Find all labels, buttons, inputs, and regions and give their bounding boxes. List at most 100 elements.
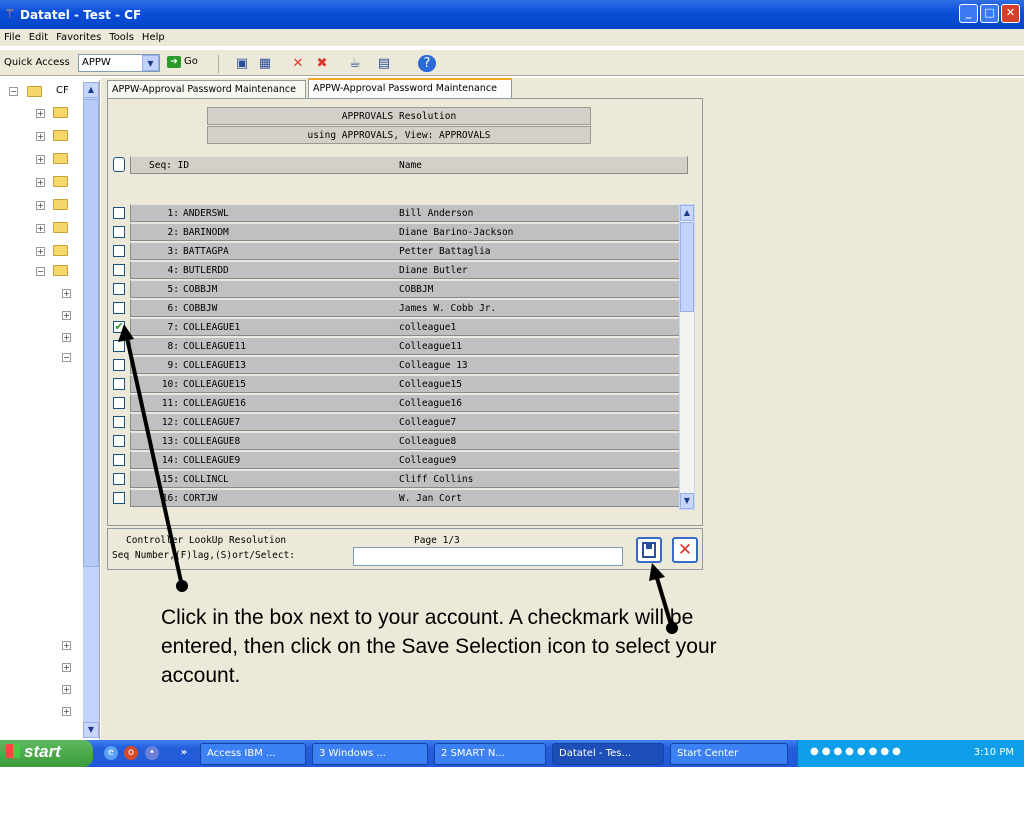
tree-expand-icon[interactable]: + bbox=[62, 685, 71, 694]
tree-collapse-icon[interactable]: − bbox=[36, 267, 45, 276]
taskbar-item-access-ibm[interactable]: Access IBM ... bbox=[200, 743, 306, 765]
tree-expand-icon[interactable]: + bbox=[62, 311, 71, 320]
quick-access-dropdown-icon[interactable]: ▼ bbox=[142, 55, 159, 71]
row-checkbox[interactable] bbox=[113, 245, 125, 257]
tab-approval-2[interactable]: APPW-Approval Password Maintenance bbox=[308, 78, 512, 98]
row-checkbox[interactable] bbox=[113, 207, 125, 219]
tree-root-label[interactable]: CF bbox=[56, 85, 69, 96]
table-row[interactable]: 14: COLLEAGUE9 Colleague9 bbox=[130, 451, 680, 469]
tree-collapse-icon[interactable]: − bbox=[62, 353, 71, 362]
delete-icon[interactable]: ✕ bbox=[289, 55, 307, 72]
menu-edit[interactable]: Edit bbox=[25, 29, 52, 43]
folder-icon[interactable] bbox=[53, 265, 68, 276]
row-checkbox[interactable] bbox=[113, 340, 125, 352]
folder-icon[interactable] bbox=[53, 130, 68, 141]
menu-help[interactable]: Help bbox=[138, 29, 169, 43]
folder-icon[interactable] bbox=[53, 153, 68, 164]
table-row[interactable]: 3: BATTAGPA Petter Battaglia bbox=[130, 242, 680, 260]
row-checkbox[interactable] bbox=[113, 226, 125, 238]
tree-collapse-icon[interactable]: − bbox=[9, 87, 18, 96]
row-checkbox[interactable] bbox=[113, 264, 125, 276]
tree-expand-icon[interactable]: + bbox=[62, 663, 71, 672]
folder-icon[interactable] bbox=[53, 222, 68, 233]
browser-icon[interactable]: o bbox=[124, 746, 138, 760]
table-row[interactable]: 10: COLLEAGUE15 Colleague15 bbox=[130, 375, 680, 393]
table-row[interactable]: 4: BUTLERDD Diane Butler bbox=[130, 261, 680, 279]
table-row[interactable]: 8: COLLEAGUE11 Colleague11 bbox=[130, 337, 680, 355]
table-row[interactable]: 1: ANDERSWL Bill Anderson bbox=[130, 204, 680, 222]
row-checkbox[interactable] bbox=[113, 397, 125, 409]
save-all-icon[interactable]: ▦ bbox=[256, 55, 274, 72]
tray-icons[interactable]: ●●●●●●●● bbox=[810, 746, 904, 757]
folder-icon[interactable] bbox=[53, 176, 68, 187]
go-button[interactable]: ➜ Go bbox=[167, 56, 198, 68]
tree-expand-icon[interactable]: + bbox=[62, 641, 71, 650]
row-checkbox[interactable] bbox=[113, 359, 125, 371]
table-row[interactable]: 9: COLLEAGUE13 Colleague 13 bbox=[130, 356, 680, 374]
menu-file[interactable]: File bbox=[0, 29, 25, 43]
scroll-up-icon[interactable]: ▲ bbox=[83, 82, 99, 98]
delete-all-icon[interactable]: ✖ bbox=[313, 55, 331, 72]
tree-expand-icon[interactable]: + bbox=[62, 707, 71, 716]
table-row[interactable]: 16: CORTJW W. Jan Cort bbox=[130, 489, 680, 507]
row-checkbox[interactable] bbox=[113, 302, 125, 314]
row-checkbox[interactable] bbox=[113, 283, 125, 295]
select-all-checkbox[interactable] bbox=[113, 157, 125, 172]
tree-expand-icon[interactable]: + bbox=[62, 333, 71, 342]
taskbar-item-datatel[interactable]: Datatel - Tes... bbox=[552, 743, 664, 765]
start-button[interactable]: start bbox=[0, 740, 93, 767]
minimize-button[interactable]: _ bbox=[959, 4, 978, 23]
seq-select-input[interactable] bbox=[353, 547, 623, 566]
tab-approval-1[interactable]: APPW-Approval Password Maintenance bbox=[107, 80, 306, 98]
row-checkbox[interactable] bbox=[113, 473, 125, 485]
taskbar-item-smart[interactable]: 2 SMART N... bbox=[434, 743, 546, 765]
folder-icon[interactable] bbox=[53, 245, 68, 256]
table-row[interactable]: 2: BARINODM Diane Barino-Jackson bbox=[130, 223, 680, 241]
menu-favorites[interactable]: Favorites bbox=[52, 29, 105, 43]
table-row[interactable]: 6: COBBJW James W. Cobb Jr. bbox=[130, 299, 680, 317]
save-selection-button[interactable] bbox=[636, 537, 662, 563]
row-checkbox[interactable] bbox=[113, 492, 125, 504]
row-checkbox-checked[interactable]: ✔ bbox=[113, 321, 125, 333]
scroll-thumb[interactable] bbox=[680, 222, 694, 312]
tree-expand-icon[interactable]: + bbox=[36, 109, 45, 118]
folder-icon[interactable] bbox=[53, 199, 68, 210]
row-checkbox[interactable] bbox=[113, 378, 125, 390]
row-checkbox[interactable] bbox=[113, 435, 125, 447]
table-row[interactable]: 15: COLLINCL Cliff Collins bbox=[130, 470, 680, 488]
clear-icon[interactable]: ☕ bbox=[346, 55, 364, 72]
table-row[interactable]: 12: COLLEAGUE7 Colleague7 bbox=[130, 413, 680, 431]
list-icon[interactable]: ▤ bbox=[375, 55, 393, 72]
folder-icon[interactable] bbox=[53, 107, 68, 118]
menu-tools[interactable]: Tools bbox=[105, 29, 138, 43]
tree-expand-icon[interactable]: + bbox=[36, 132, 45, 141]
tree-expand-icon[interactable]: + bbox=[36, 178, 45, 187]
ie-icon[interactable]: e bbox=[104, 746, 118, 760]
scroll-down-icon[interactable]: ▼ bbox=[83, 722, 99, 738]
list-scrollbar[interactable]: ▲ ▼ bbox=[679, 204, 695, 510]
tree-expand-icon[interactable]: + bbox=[36, 224, 45, 233]
cancel-button[interactable]: ✕ bbox=[672, 537, 698, 563]
tree-expand-icon[interactable]: + bbox=[36, 201, 45, 210]
table-row[interactable]: 7: COLLEAGUE1 colleague1 bbox=[130, 318, 680, 336]
scroll-thumb[interactable] bbox=[83, 99, 99, 567]
row-checkbox[interactable] bbox=[113, 416, 125, 428]
table-row[interactable]: 13: COLLEAGUE8 Colleague8 bbox=[130, 432, 680, 450]
tree-expand-icon[interactable]: + bbox=[36, 247, 45, 256]
maximize-button[interactable]: □ bbox=[980, 4, 999, 23]
scroll-up-icon[interactable]: ▲ bbox=[680, 205, 694, 221]
table-row[interactable]: 11: COLLEAGUE16 Colleague16 bbox=[130, 394, 680, 412]
taskbar-item-windows[interactable]: 3 Windows ... bbox=[312, 743, 428, 765]
row-checkbox[interactable] bbox=[113, 454, 125, 466]
table-row[interactable]: 5: COBBJM COBBJM bbox=[130, 280, 680, 298]
tree-expand-icon[interactable]: + bbox=[62, 289, 71, 298]
tree-scrollbar[interactable]: ▲ ▼ bbox=[83, 82, 99, 738]
tree-expand-icon[interactable]: + bbox=[36, 155, 45, 164]
help-icon[interactable]: ? bbox=[418, 55, 436, 72]
scroll-down-icon[interactable]: ▼ bbox=[680, 493, 694, 509]
taskbar-item-start-center[interactable]: Start Center bbox=[670, 743, 788, 765]
save-icon[interactable]: ▣ bbox=[233, 55, 251, 72]
quick-launch-more-icon[interactable]: » bbox=[177, 746, 191, 760]
close-button[interactable]: ✕ bbox=[1001, 4, 1020, 23]
media-icon[interactable]: • bbox=[145, 746, 159, 760]
